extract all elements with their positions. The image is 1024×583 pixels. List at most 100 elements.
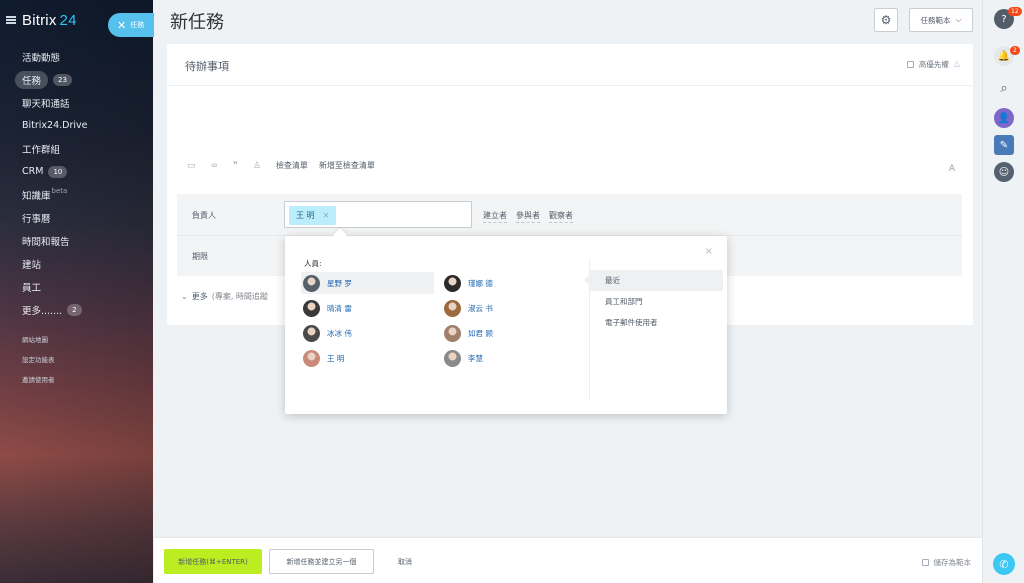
role-links: 建立者 參與者 觀察者 [483, 210, 582, 223]
avatar [303, 349, 320, 367]
logo-row: Bitrix 24 [6, 10, 77, 30]
sidebar-item-label: 時間和報告 [22, 236, 70, 248]
role-observer-link[interactable]: 觀察者 [549, 210, 573, 223]
role-creator-link[interactable]: 建立者 [483, 210, 507, 223]
sidebar-item-label: 員工 [22, 282, 42, 294]
close-icon[interactable]: × [705, 246, 713, 257]
remove-icon[interactable]: ✕ [323, 211, 330, 220]
help-badge: 12 [1008, 7, 1022, 16]
person-name: 淑云 书 [468, 303, 493, 313]
sidebar-item[interactable]: Bitrix24.Drive [0, 114, 153, 137]
counter-badge: 2 [67, 303, 82, 316]
people-selector-popup: × 人員: 星野 罗 瑾娜 德晴清 雷 淑云 书冰冰 伟 如君 顾王 明 李慧 最近 員… [285, 236, 727, 414]
logo[interactable]: Bitrix 24 [22, 12, 77, 29]
contact-avatar[interactable]: ☺ [994, 162, 1014, 182]
tab-employees-departments[interactable]: 員工和部門 [590, 291, 723, 312]
sidebar-item-label: Bitrix24.Drive [22, 120, 88, 131]
add-task-button[interactable]: 新增任務(⌘+ENTER) [164, 549, 262, 574]
flame-icon: ♨ [952, 59, 961, 70]
sidebar-item[interactable]: 工作群組 [0, 137, 153, 160]
link-icon[interactable]: ∞ [211, 161, 219, 171]
add-and-create-another-button[interactable]: 新增任務並建立另一個 [269, 549, 374, 574]
more-toggle[interactable]: ⌄ 更多 (專案, 時間追蹤 [181, 291, 268, 302]
sidebar-mini-configure[interactable]: 設定功能表 [22, 354, 55, 364]
task-close-pill[interactable]: ✕ 任務 [108, 13, 154, 37]
deadline-label: 期限 [192, 252, 208, 261]
video-icon[interactable]: ▭ [187, 161, 196, 171]
sidebar-mini-sitemap[interactable]: 網站地圖 [22, 334, 48, 344]
notification-badge: 2 [1010, 46, 1020, 55]
assignee-label: 負責人 [192, 211, 216, 220]
person-name: 冰冰 伟 [327, 328, 352, 338]
person-item[interactable]: 冰冰 伟 [301, 322, 434, 344]
sidebar-item-label: 行事曆 [22, 213, 51, 225]
beta-tag: beta [51, 186, 68, 195]
sidebar-item[interactable]: 行事曆 [0, 206, 153, 229]
counter-badge: 23 [53, 73, 72, 86]
role-participant-link[interactable]: 參與者 [516, 210, 540, 223]
editor-toolbar: ▭ ∞ ❞ ♙ 檢查清單 新增至檢查清單 [187, 160, 386, 171]
sidebar-item[interactable]: CRM 10 [0, 160, 153, 183]
avatar [444, 299, 461, 317]
sidebar-item[interactable]: 建站 [0, 252, 153, 275]
cancel-button[interactable]: 取消 [398, 557, 412, 567]
assignee-field[interactable]: 王 明 ✕ [284, 201, 472, 228]
menu-icon[interactable] [6, 16, 16, 24]
close-icon: ✕ [117, 18, 127, 32]
save-as-template-toggle[interactable]: 儲存為範本 [921, 557, 971, 568]
sidebar-item-label: 活動動態 [22, 52, 61, 64]
user-avatar-icon[interactable]: 👤 [994, 108, 1014, 128]
sidebar-item-label: 知識庫 [22, 190, 51, 202]
sidebar-item-label: CRM [22, 166, 44, 177]
sidebar-item[interactable]: 時間和報告 [0, 229, 153, 252]
person-item[interactable]: 星野 罗 [301, 272, 434, 294]
person-name: 如君 顾 [468, 328, 493, 338]
people-section-label: 人員: [304, 259, 322, 268]
assignee-chip[interactable]: 王 明 ✕ [289, 206, 337, 225]
sidebar-item-label: 工作群組 [22, 144, 61, 156]
person-item[interactable]: 瑾娜 德 [442, 272, 575, 294]
sidebar-item[interactable]: 聊天和通話 [0, 91, 153, 114]
sidebar-mini-invite[interactable]: 邀請使用者 [22, 374, 55, 384]
person-name: 李慧 [468, 353, 483, 363]
add-checklist-button[interactable]: 新增至檢查清單 [319, 160, 375, 171]
avatar [444, 274, 461, 292]
priority-toggle[interactable]: 高優先權 ♨ [906, 59, 961, 70]
person-item[interactable]: 王 明 [301, 347, 434, 369]
task-title-input[interactable]: 待辦事項 [185, 58, 229, 74]
quote-icon[interactable]: ❞ [233, 161, 238, 171]
person-item[interactable]: 晴清 雷 [301, 297, 434, 319]
person-item[interactable]: 如君 顾 [442, 322, 575, 344]
bottom-action-bar: 新增任務(⌘+ENTER) 新增任務並建立另一個 取消 儲存為範本 [154, 538, 982, 583]
sidebar-item[interactable]: 更多....... 2 [0, 298, 153, 321]
phone-icon[interactable]: ✆ [993, 553, 1015, 575]
page-title: 新任務 [170, 12, 224, 32]
save-template-checkbox[interactable] [921, 559, 929, 566]
mention-icon[interactable]: ♙ [253, 161, 261, 171]
search-icon[interactable]: ⌕ [994, 78, 1014, 98]
person-item[interactable]: 淑云 书 [442, 297, 575, 319]
sidebar-item[interactable]: 任務 23 [0, 68, 153, 91]
template-button[interactable]: 任務範本 ⌵ [909, 8, 973, 32]
tab-recent[interactable]: 最近 [584, 270, 723, 291]
text-format-icon[interactable]: A [949, 164, 955, 174]
person-name: 晴清 雷 [327, 303, 352, 313]
sidebar-item[interactable]: 知識庫 beta [0, 183, 153, 206]
right-sidebar: ? 12 🔔 2 ⌕ 👤 ✎ ☺ ✆ [982, 0, 1024, 583]
sidebar-item-label: 建站 [22, 259, 42, 271]
person-name: 王 明 [327, 353, 345, 363]
settings-button[interactable]: ⚙ [874, 8, 898, 32]
sidebar-menu: 活動動態 任務 23 聊天和通話 Bitrix24.Drive 工作群組 CRM 10 知識庫 b… [0, 45, 153, 321]
avatar [444, 349, 461, 367]
priority-checkbox[interactable] [906, 61, 914, 68]
sidebar-item[interactable]: 員工 [0, 275, 153, 298]
tab-email-users[interactable]: 電子郵件使用者 [590, 312, 723, 333]
sidebar-item[interactable]: 活動動態 [0, 45, 153, 68]
chevron-down-icon: ⌵ [955, 15, 962, 24]
person-item[interactable]: 李慧 [442, 347, 575, 369]
chevron-down-icon: ⌄ [181, 292, 188, 301]
checklist-button[interactable]: 檢查清單 [276, 160, 308, 171]
avatar [303, 324, 320, 342]
app-icon[interactable]: ✎ [994, 135, 1014, 155]
left-sidebar: Bitrix 24 ✕ 任務 活動動態任務 23 聊天和通話 Bitrix24.Driv… [0, 0, 154, 583]
